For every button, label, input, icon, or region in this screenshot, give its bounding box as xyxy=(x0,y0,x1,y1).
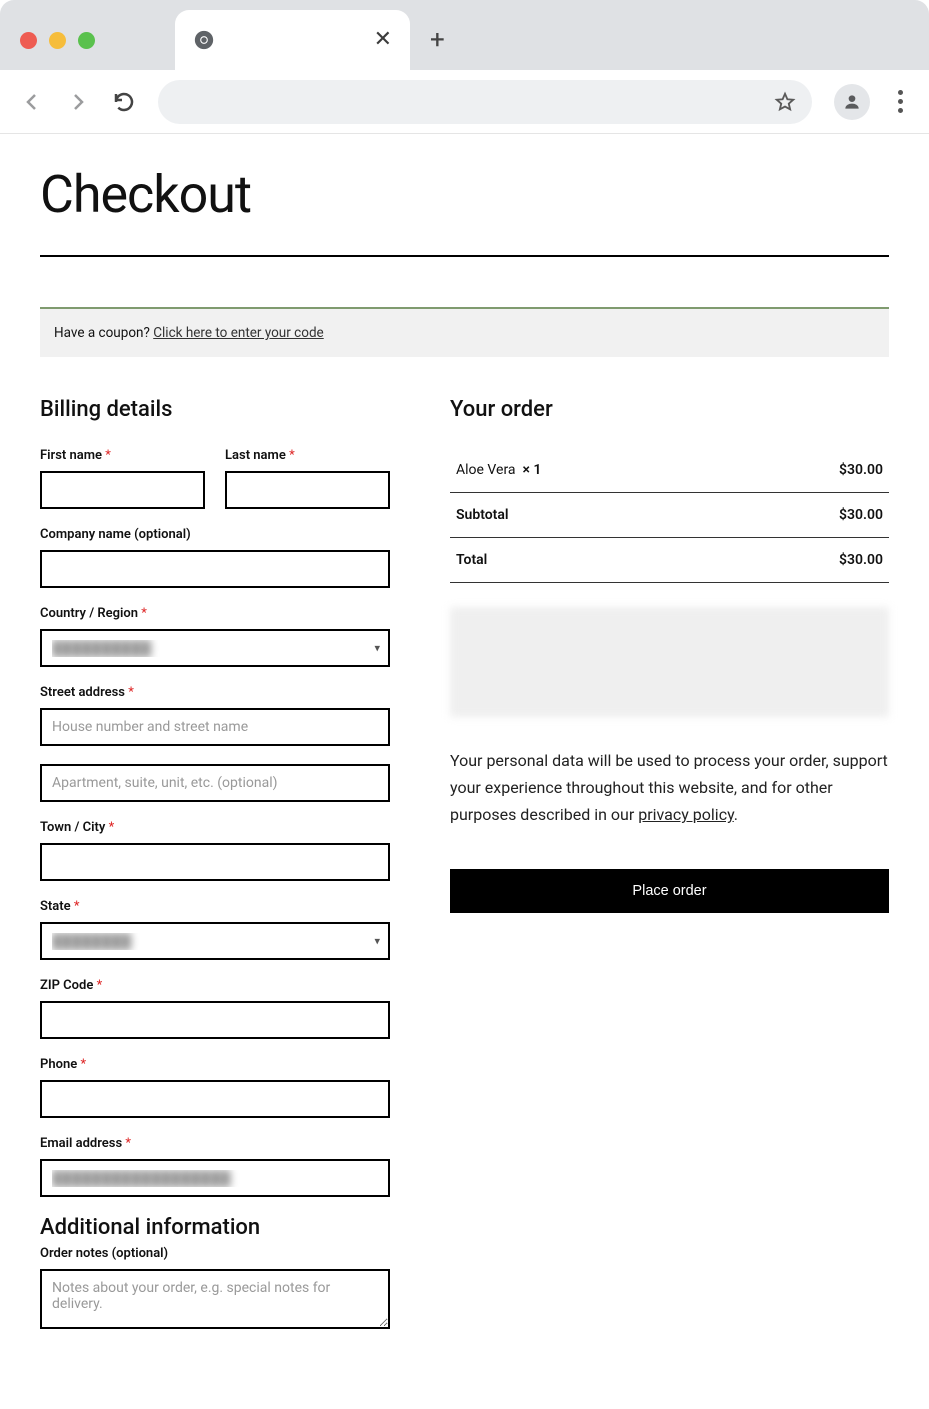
title-divider xyxy=(40,255,889,257)
order-notes-label: Order notes (optional) xyxy=(40,1246,390,1261)
coupon-notice: Have a coupon? Click here to enter your … xyxy=(40,307,889,357)
chrome-icon xyxy=(193,29,215,51)
new-tab-button[interactable]: + xyxy=(430,25,445,55)
reload-button[interactable] xyxy=(112,90,136,114)
privacy-policy-link[interactable]: privacy policy xyxy=(638,805,734,824)
order-notes-textarea[interactable] xyxy=(40,1269,390,1329)
browser-chrome: ✕ + xyxy=(0,0,929,134)
order-subtotal-row: Subtotal $30.00 xyxy=(450,493,889,538)
order-item-row: Aloe Vera × 1 $30.00 xyxy=(450,448,889,493)
street-label: Street address * xyxy=(40,685,390,700)
country-label: Country / Region * xyxy=(40,606,390,621)
zip-input[interactable] xyxy=(40,1001,390,1039)
payment-method-box xyxy=(450,607,889,717)
street-address-input[interactable] xyxy=(40,708,390,746)
order-total-row: Total $30.00 xyxy=(450,538,889,583)
street-address-2-input[interactable] xyxy=(40,764,390,802)
order-item-name: Aloe Vera xyxy=(456,462,516,478)
order-item-total: $30.00 xyxy=(729,448,889,493)
window-close-button[interactable] xyxy=(20,32,37,49)
order-summary-table: Aloe Vera × 1 $30.00 Subtotal $30.00 Tot… xyxy=(450,448,889,583)
window-minimize-button[interactable] xyxy=(49,32,66,49)
additional-info-heading: Additional information xyxy=(40,1215,390,1240)
forward-button[interactable] xyxy=(66,90,90,114)
coupon-link[interactable]: Click here to enter your code xyxy=(153,325,324,341)
order-item-qty: × 1 xyxy=(523,462,542,478)
first-name-label: First name * xyxy=(40,448,205,463)
zip-label: ZIP Code * xyxy=(40,978,390,993)
tab-bar: ✕ + xyxy=(0,10,929,70)
browser-toolbar xyxy=(0,70,929,134)
subtotal-value: $30.00 xyxy=(729,493,889,538)
city-label: Town / City * xyxy=(40,820,390,835)
privacy-text: Your personal data will be used to proce… xyxy=(450,747,889,829)
subtotal-label: Subtotal xyxy=(450,493,729,538)
back-button[interactable] xyxy=(20,90,44,114)
window-maximize-button[interactable] xyxy=(78,32,95,49)
total-value: $30.00 xyxy=(729,538,889,583)
state-label: State * xyxy=(40,899,390,914)
billing-column: Billing details First name * Last name *… xyxy=(40,397,390,1351)
phone-input[interactable] xyxy=(40,1080,390,1118)
company-input[interactable] xyxy=(40,550,390,588)
total-label: Total xyxy=(450,538,729,583)
state-select[interactable] xyxy=(40,922,390,960)
tab-close-icon[interactable]: ✕ xyxy=(374,29,392,51)
last-name-label: Last name * xyxy=(225,448,390,463)
last-name-input[interactable] xyxy=(225,471,390,509)
profile-button[interactable] xyxy=(834,84,870,120)
coupon-prompt: Have a coupon? xyxy=(54,325,150,341)
page-title: Checkout xyxy=(40,164,889,225)
place-order-button[interactable]: Place order xyxy=(450,869,889,913)
city-input[interactable] xyxy=(40,843,390,881)
page-content: Checkout Have a coupon? Click here to en… xyxy=(0,134,929,1391)
first-name-input[interactable] xyxy=(40,471,205,509)
window-controls xyxy=(20,32,95,49)
email-label: Email address * xyxy=(40,1136,390,1151)
order-heading: Your order xyxy=(450,397,889,422)
billing-heading: Billing details xyxy=(40,397,390,422)
company-label: Company name (optional) xyxy=(40,527,390,542)
order-column: Your order Aloe Vera × 1 $30.00 Subtotal… xyxy=(450,397,889,913)
person-icon xyxy=(842,92,862,112)
browser-tab[interactable]: ✕ xyxy=(175,10,410,70)
country-select[interactable] xyxy=(40,629,390,667)
email-input[interactable] xyxy=(40,1159,390,1197)
browser-menu-button[interactable] xyxy=(892,84,909,119)
address-bar[interactable] xyxy=(158,80,812,124)
bookmark-star-icon[interactable] xyxy=(774,91,796,113)
phone-label: Phone * xyxy=(40,1057,390,1072)
